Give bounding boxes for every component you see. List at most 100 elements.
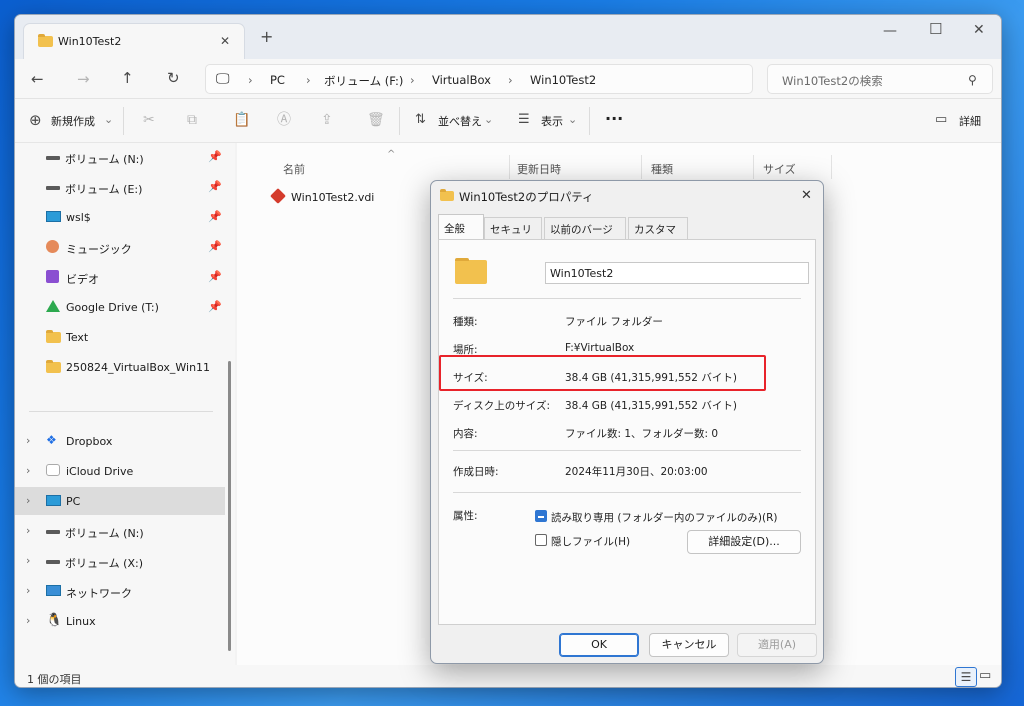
sidebar-item-volume-n2[interactable]: › ボリューム (N:) bbox=[15, 517, 225, 545]
view-button[interactable]: 表示 bbox=[541, 113, 563, 129]
close-tab-icon[interactable]: ✕ bbox=[220, 33, 230, 49]
sidebar-item-label: iCloud Drive bbox=[66, 465, 134, 478]
folder-icon bbox=[46, 330, 61, 343]
name-field[interactable]: Win10Test2 bbox=[545, 262, 809, 284]
sidebar-item-label: Dropbox bbox=[66, 435, 113, 448]
status-bar: 1 個の項目 ☰ ▭ bbox=[15, 665, 1001, 687]
tab-previous-versions[interactable]: 以前のバージョン bbox=[544, 217, 626, 251]
maximize-button[interactable]: ☐ bbox=[929, 21, 942, 37]
tab-customize[interactable]: カスタマイズ bbox=[628, 217, 688, 251]
sidebar-item-volume-e[interactable]: ボリューム (E:) 📌 bbox=[15, 173, 225, 201]
divider bbox=[29, 411, 213, 412]
breadcrumb-volume-f[interactable]: ボリューム (F:) bbox=[324, 73, 403, 89]
divider bbox=[453, 450, 801, 451]
drive-icon bbox=[46, 156, 60, 160]
pc-icon: 🖵 bbox=[216, 71, 230, 87]
sidebar-item-volume-x[interactable]: › ボリューム (X:) bbox=[15, 547, 225, 575]
hidden-checkbox[interactable] bbox=[535, 534, 547, 546]
sidebar-item-network[interactable]: › ネットワーク bbox=[15, 577, 225, 605]
column-type[interactable]: 種類 bbox=[651, 161, 673, 177]
more-button[interactable]: ··· bbox=[605, 109, 623, 128]
chevron-down-icon: ⌄ bbox=[104, 113, 114, 126]
minimize-button[interactable]: — bbox=[883, 23, 897, 39]
new-button[interactable]: 新規作成 bbox=[51, 113, 95, 129]
divider[interactable] bbox=[753, 155, 754, 179]
sidebar-item-virtualbox-win11[interactable]: 250824_VirtualBox_Win11 bbox=[15, 353, 225, 381]
forward-icon[interactable]: → bbox=[77, 71, 90, 87]
share-icon[interactable]: ⇪ bbox=[321, 112, 333, 128]
contents-label: 内容: bbox=[453, 428, 478, 440]
readonly-checkbox[interactable] bbox=[535, 510, 547, 522]
attributes-label: 属性: bbox=[453, 510, 478, 522]
breadcrumb-virtualbox[interactable]: VirtualBox bbox=[432, 73, 491, 87]
navigation-pane: ボリューム (N:) 📌 ボリューム (E:) 📌 wsl$ 📌 ミュージック … bbox=[15, 143, 235, 665]
chevron-right-icon[interactable]: › bbox=[26, 494, 30, 507]
up-icon[interactable]: ↑ bbox=[121, 70, 134, 86]
sidebar-item-pc[interactable]: › PC bbox=[15, 487, 225, 515]
tab-general[interactable]: 全般 bbox=[438, 214, 484, 240]
divider[interactable] bbox=[641, 155, 642, 179]
sidebar-item-google-drive[interactable]: Google Drive (T:) 📌 bbox=[15, 293, 225, 321]
sidebar-item-video[interactable]: ビデオ 📌 bbox=[15, 263, 225, 291]
search-box[interactable]: Win10Test2の検索 ⚲ bbox=[767, 64, 993, 94]
cut-icon[interactable]: ✂ bbox=[143, 112, 155, 128]
scrollbar[interactable] bbox=[228, 361, 231, 651]
chevron-right-icon[interactable]: › bbox=[26, 554, 30, 567]
details-pane-icon: ▭ bbox=[935, 112, 948, 127]
details-button[interactable]: 詳細 bbox=[959, 113, 981, 129]
sidebar-item-music[interactable]: ミュージック 📌 bbox=[15, 233, 225, 261]
sort-button[interactable]: 並べ替え bbox=[438, 113, 482, 129]
divider[interactable] bbox=[509, 155, 510, 179]
apply-button[interactable]: 適用(A) bbox=[737, 633, 817, 657]
column-name[interactable]: 名前 bbox=[283, 161, 305, 177]
chevron-right-icon[interactable]: › bbox=[26, 614, 30, 627]
virtualbox-disk-icon bbox=[270, 188, 286, 204]
chevron-down-icon: ⌄ bbox=[484, 113, 494, 126]
view-icon: ☰ bbox=[518, 112, 530, 127]
close-dialog-button[interactable]: ✕ bbox=[801, 188, 812, 204]
type-value: ファイル フォルダー bbox=[565, 316, 663, 328]
close-window-button[interactable]: ✕ bbox=[973, 22, 985, 38]
add-tab-button[interactable]: + bbox=[260, 29, 273, 45]
advanced-button[interactable]: 詳細設定(D)... bbox=[687, 530, 801, 554]
dialog-title: Win10Test2のプロパティ bbox=[459, 190, 594, 204]
breadcrumb-win10test2[interactable]: Win10Test2 bbox=[530, 73, 596, 87]
properties-dialog: Win10Test2のプロパティ ✕ 全般 セキュリティ 以前のバージョン カス… bbox=[430, 180, 824, 664]
tab-title: Win10Test2 bbox=[58, 35, 122, 48]
chevron-right-icon[interactable]: › bbox=[26, 464, 30, 477]
refresh-icon[interactable]: ↻ bbox=[167, 70, 180, 86]
back-icon[interactable]: ← bbox=[31, 71, 44, 87]
pin-icon: 📌 bbox=[208, 150, 222, 163]
delete-icon[interactable]: 🗑 bbox=[367, 112, 385, 128]
ok-button[interactable]: OK bbox=[559, 633, 639, 657]
divider[interactable] bbox=[831, 155, 832, 179]
sidebar-item-wsl[interactable]: wsl$ 📌 bbox=[15, 203, 225, 231]
cancel-button[interactable]: キャンセル bbox=[649, 633, 729, 657]
tab-security[interactable]: セキュリティ bbox=[484, 217, 542, 251]
rename-icon[interactable]: Ⓐ bbox=[277, 112, 291, 128]
breadcrumb-pc[interactable]: PC bbox=[270, 73, 285, 87]
chevron-right-icon[interactable]: › bbox=[26, 524, 30, 537]
hidden-label[interactable]: 隠しファイル(H) bbox=[551, 534, 630, 549]
sidebar-item-text[interactable]: Text bbox=[15, 323, 225, 351]
sidebar-item-volume-n[interactable]: ボリューム (N:) 📌 bbox=[15, 143, 225, 171]
divider bbox=[399, 107, 400, 135]
address-bar[interactable]: 🖵 › PC › ボリューム (F:) › VirtualBox › Win10… bbox=[205, 64, 753, 94]
tab-win10test2[interactable]: Win10Test2 ✕ bbox=[23, 23, 245, 59]
type-label: 種類: bbox=[453, 316, 478, 328]
sidebar-item-dropbox[interactable]: › ❖ Dropbox bbox=[15, 427, 225, 455]
chevron-down-icon: ⌄ bbox=[568, 113, 578, 126]
copy-icon[interactable]: ⧉ bbox=[187, 112, 197, 128]
divider bbox=[123, 107, 124, 135]
column-size[interactable]: サイズ bbox=[763, 161, 796, 177]
chevron-right-icon[interactable]: › bbox=[26, 434, 30, 447]
paste-icon[interactable]: 📋 bbox=[233, 112, 250, 128]
tiles-view-icon[interactable]: ▭ bbox=[979, 668, 991, 684]
readonly-label[interactable]: 読み取り専用 (フォルダー内のファイルのみ)(R) bbox=[551, 510, 778, 525]
sidebar-item-linux[interactable]: › 🐧 Linux bbox=[15, 607, 225, 635]
chevron-right-icon[interactable]: › bbox=[26, 584, 30, 597]
details-view-icon[interactable]: ☰ bbox=[955, 667, 977, 687]
folder-icon bbox=[38, 34, 53, 47]
sidebar-item-icloud[interactable]: › iCloud Drive bbox=[15, 457, 225, 485]
column-modified[interactable]: 更新日時 bbox=[517, 161, 561, 177]
